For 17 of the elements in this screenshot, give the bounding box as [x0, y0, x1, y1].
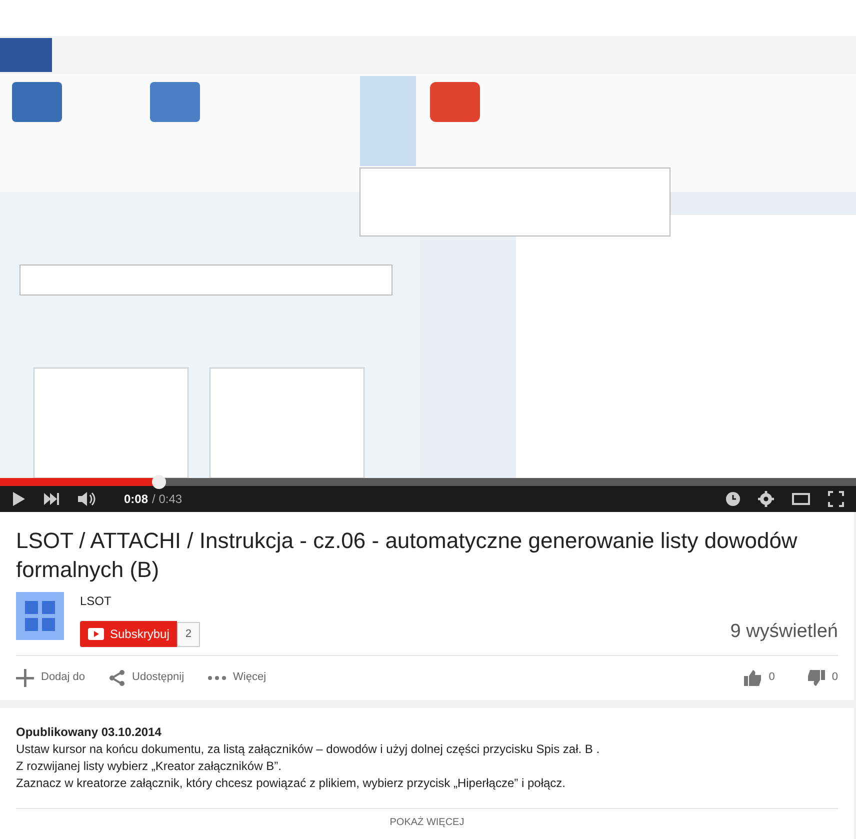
view-count: 9 wyświetleń	[730, 620, 838, 644]
description-text: Z rozwijanej listy wybierz „Kreator załączników B”.	[16, 758, 282, 774]
total-time: / 0:43	[152, 492, 182, 506]
dislike-button[interactable]: 0	[806, 669, 838, 686]
description-text: Ustaw kursor na końcu dokumentu, za listą załączników – dowodów i użyj dolnej części przycisku Spis zał. B .	[16, 740, 601, 758]
share-button[interactable]: Udostępnij	[109, 669, 184, 686]
publish-date: Opublikowany 03.10.2014	[16, 724, 162, 740]
like-button[interactable]: 0	[744, 669, 775, 686]
current-time: 0:08	[124, 492, 148, 506]
description-text: Zaznacz w kreatorze załącznik, który chcesz powiązać z plikiem, wybierz przycisk „Hiperłącze” i połącz.	[16, 774, 567, 792]
video-title: LSOT / ATTACHI / Instrukcja - cz.06 - automatyczne generowanie listy dowodów formalnych (B)	[15, 527, 798, 584]
subscribe-button[interactable]: Subskrybuj	[80, 620, 178, 646]
more-button[interactable]: Więcej	[208, 669, 266, 686]
channel-name[interactable]: LSOT	[80, 592, 838, 610]
subscriber-count: 2	[177, 622, 200, 646]
add-button[interactable]: Dodaj do	[16, 668, 86, 686]
show-more-button[interactable]: POKAŻ WIĘCEJ	[384, 814, 470, 830]
